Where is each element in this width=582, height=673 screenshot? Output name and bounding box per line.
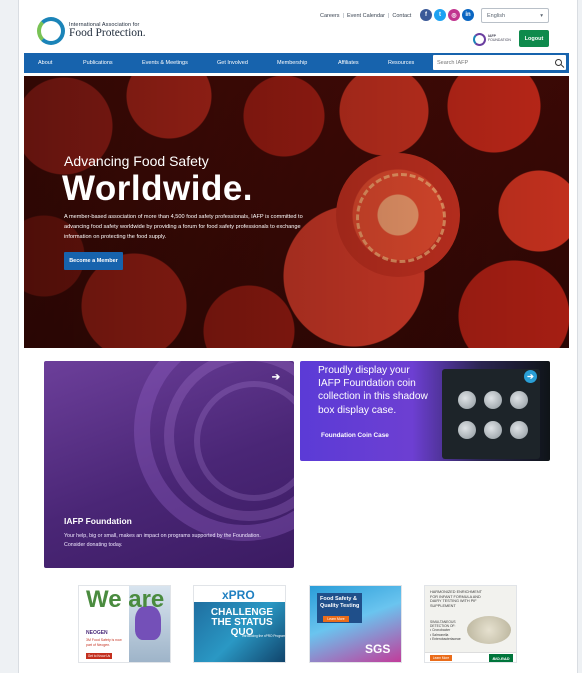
- nav-resources[interactable]: Resources: [388, 53, 414, 73]
- iafp-logo-icon: [37, 17, 65, 45]
- nav-events-meetings[interactable]: Events & Meetings: [142, 53, 188, 73]
- nav-affiliates[interactable]: Affiliates: [338, 53, 359, 73]
- hero-subtitle: Advancing Food Safety: [64, 153, 209, 169]
- social-icons: f t ◎ in: [420, 9, 474, 21]
- sponsor-ad-xpro[interactable]: xPRO CHALLENGE THE STATUS QUO Introducin…: [193, 585, 286, 663]
- biorad-bullets: SIMULTANEOUS DETECTION OF: • Cronobacter…: [430, 620, 464, 641]
- sgs-learn-more-button[interactable]: Learn More: [323, 616, 349, 622]
- biorad-bullet: • Enterobacteriaceae: [430, 636, 461, 641]
- logout-button[interactable]: Logout: [519, 30, 549, 47]
- language-select[interactable]: English ▾: [481, 8, 549, 23]
- xpro-brand: xPRO: [222, 588, 255, 602]
- neogen-small-text: 3M Food Safety is now part of Neogen.: [86, 638, 122, 647]
- twitter-icon[interactable]: t: [434, 9, 446, 21]
- coin-case-image: [442, 369, 540, 459]
- powder-image: [467, 616, 511, 644]
- xpro-intro: Introducing the xPRO Program: [242, 634, 286, 638]
- instagram-icon[interactable]: ◎: [448, 9, 460, 21]
- sponsor-ad-sgs[interactable]: Food Safety & Quality Testing Learn More…: [309, 585, 402, 663]
- biorad-learn-more-button[interactable]: Learn More: [430, 655, 452, 661]
- foundation-promo-card[interactable]: ➔ IAFP Foundation Your help, big or smal…: [44, 361, 294, 568]
- neogen-we-are: We are: [86, 586, 165, 613]
- top-link-careers[interactable]: Careers: [320, 13, 340, 19]
- sgs-headline: Food Safety & Quality Testing: [320, 596, 360, 609]
- search-icon[interactable]: [555, 59, 562, 66]
- search-box: [433, 55, 566, 70]
- nav-get-involved[interactable]: Get Involved: [217, 53, 248, 73]
- linkedin-icon[interactable]: in: [462, 9, 474, 21]
- iafp-logo[interactable]: International Association for Food Prote…: [37, 16, 157, 46]
- top-link-event-calendar[interactable]: Event Calendar: [347, 13, 385, 19]
- coin-case-promo-card[interactable]: Proudly display your IAFP Foundation coi…: [300, 361, 550, 461]
- nav-about[interactable]: About: [38, 53, 52, 73]
- language-selected: English: [487, 12, 506, 19]
- main-nav: About Publications Events & Meetings Get…: [24, 53, 569, 73]
- top-link-separator: |: [387, 13, 390, 19]
- nav-publications[interactable]: Publications: [83, 53, 113, 73]
- page: International Association for Food Prote…: [18, 0, 578, 673]
- sponsor-ad-biorad[interactable]: HARMONIZED ENRICHMENT FOR INFANT FORMULA…: [424, 585, 517, 663]
- neogen-brand: NEOGEN: [86, 630, 108, 636]
- sgs-brand: SGS: [365, 642, 391, 656]
- foundation-description: Your help, big or small, makes an impact…: [64, 533, 261, 548]
- hero-description: A member-based association of more than …: [64, 214, 303, 240]
- top-links: Careers | Event Calendar | Contact: [320, 13, 411, 19]
- hero-title: Worldwide.: [62, 169, 254, 208]
- arrow-right-icon[interactable]: ➔: [524, 370, 537, 383]
- logo-line2: Food Protection.: [69, 27, 146, 39]
- coin-case-caption: Foundation Coin Case: [321, 432, 389, 439]
- neogen-button[interactable]: Get to Know Us: [86, 653, 112, 659]
- biorad-subhead: SIMULTANEOUS DETECTION OF:: [430, 620, 456, 629]
- nav-membership[interactable]: Membership: [277, 53, 307, 73]
- top-link-contact[interactable]: Contact: [392, 13, 411, 19]
- foundation-logo-icon: [473, 32, 486, 46]
- facebook-icon[interactable]: f: [420, 9, 432, 21]
- sponsor-ad-neogen[interactable]: We are NEOGEN 3M Food Safety is now part…: [78, 585, 171, 663]
- search-input[interactable]: [437, 59, 537, 66]
- biorad-headline: HARMONIZED ENRICHMENT FOR INFANT FORMULA…: [430, 590, 482, 608]
- biorad-brand: BIO-RAD: [489, 654, 513, 662]
- coin-case-headline: Proudly display your IAFP Foundation coi…: [318, 365, 428, 416]
- arrow-right-icon[interactable]: ➔: [270, 371, 282, 383]
- top-link-separator: |: [342, 13, 344, 19]
- hero-banner: Advancing Food Safety Worldwide. A membe…: [24, 76, 569, 348]
- foundation-logo-line2: FOUNDATION: [488, 38, 511, 42]
- chevron-down-icon: ▾: [540, 12, 543, 19]
- become-member-button[interactable]: Become a Member: [64, 252, 123, 270]
- iafp-foundation-logo[interactable]: IAFP FOUNDATION: [473, 32, 513, 46]
- foundation-title: IAFP Foundation: [64, 516, 132, 526]
